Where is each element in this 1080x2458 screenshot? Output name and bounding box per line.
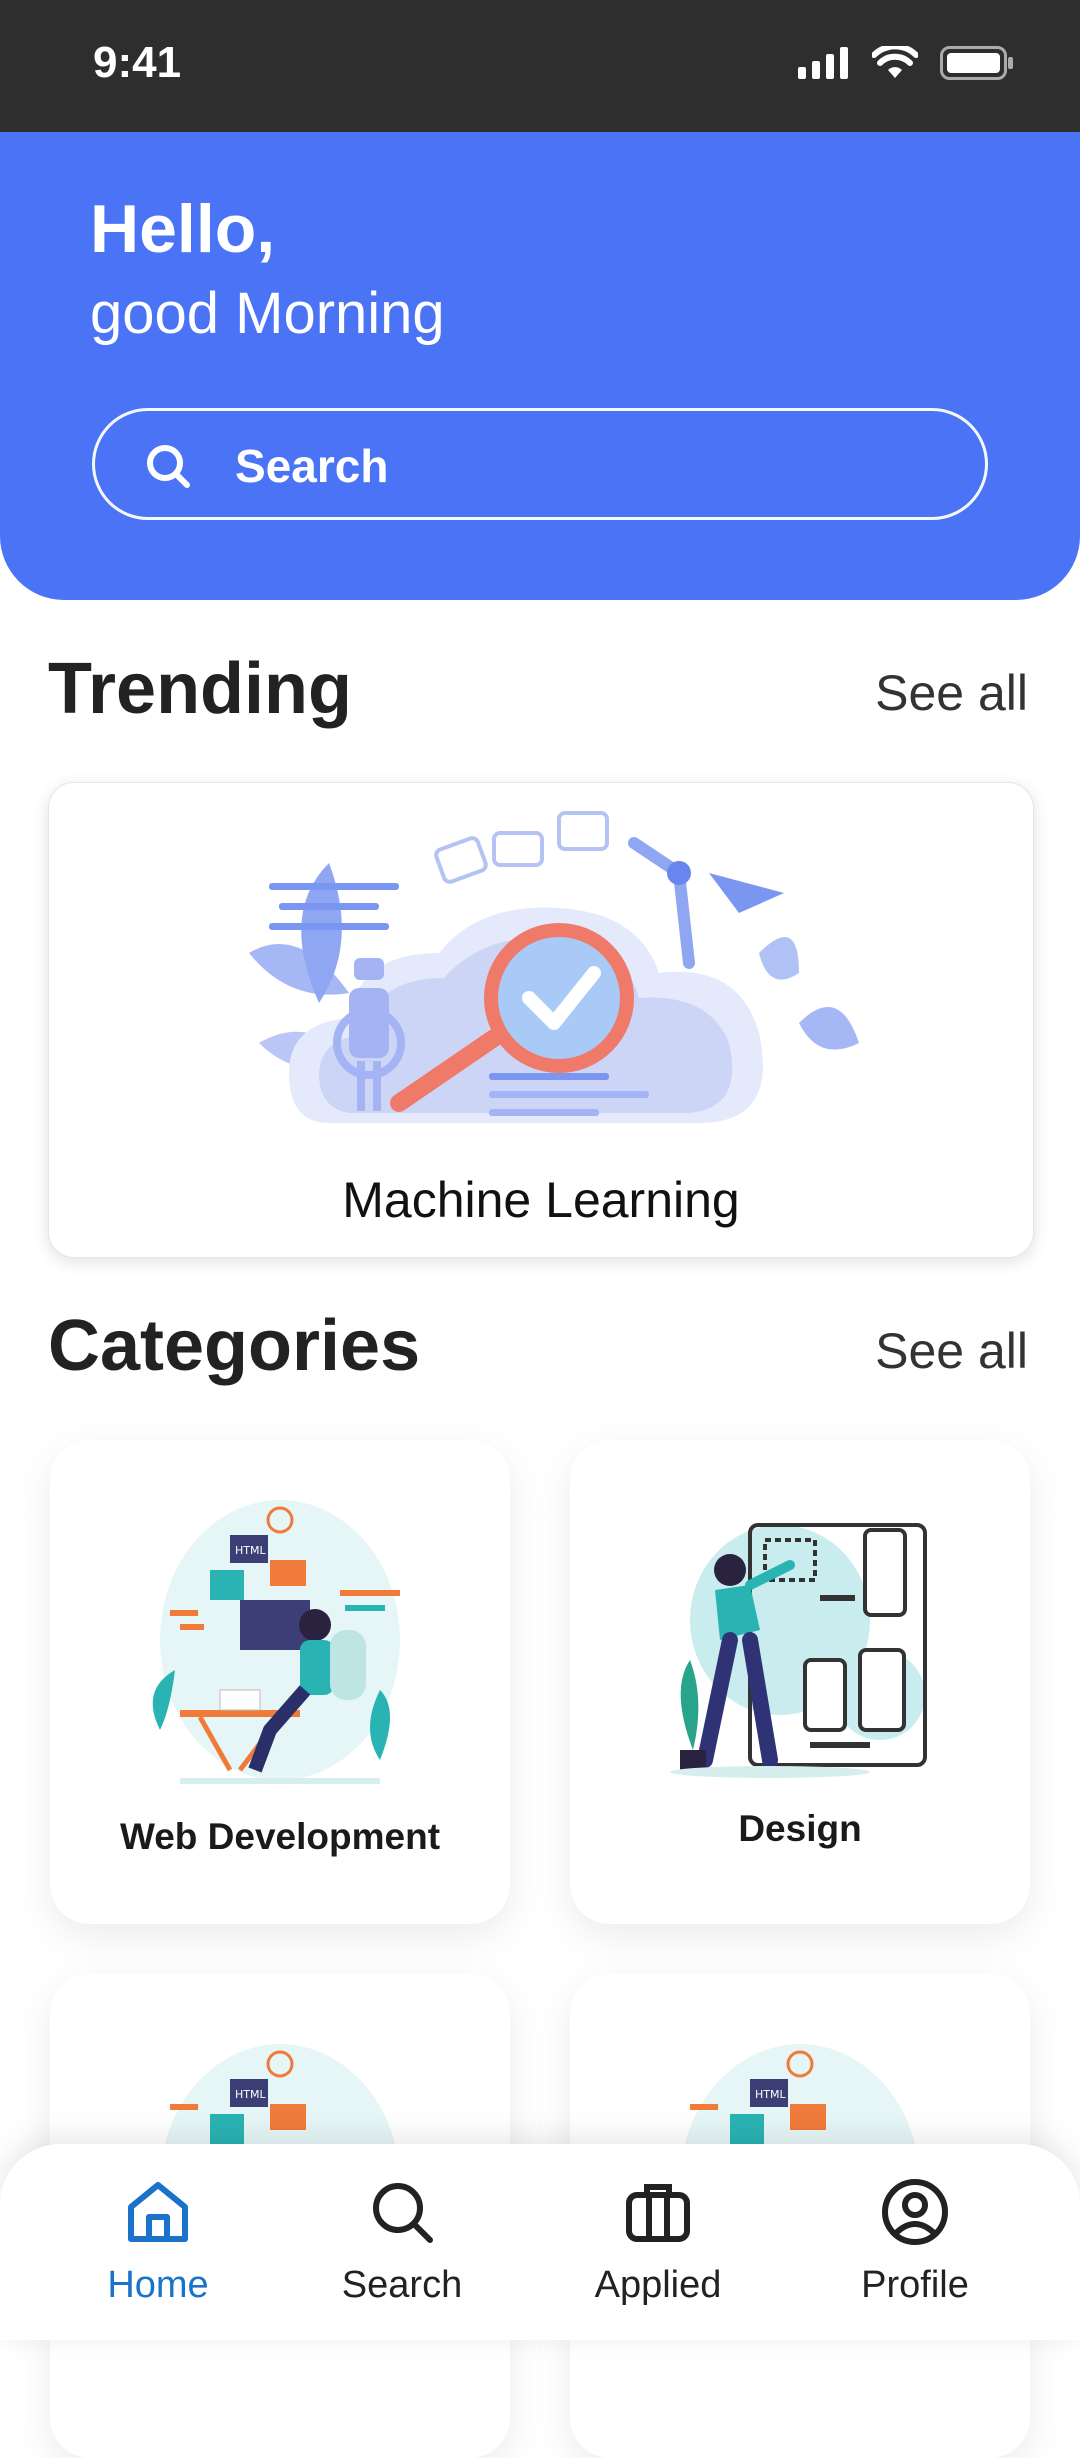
greeting-subtitle: good Morning (90, 281, 445, 346)
profile-icon (882, 2179, 948, 2245)
trending-title: Trending (48, 649, 352, 729)
home-icon (128, 2182, 188, 2242)
briefcase-icon (626, 2184, 690, 2242)
greeting-title: Hello, (90, 191, 276, 267)
search-bar[interactable]: Search (92, 408, 988, 520)
category-label-web-development: Web Development (119, 1816, 441, 1857)
svg-text:HTML: HTML (755, 2088, 786, 2101)
nav-item-home[interactable]: Home (58, 2172, 258, 2307)
machine-learning-illustration (249, 811, 859, 1123)
bottom-navigation: Home Search Applied Profile (0, 2144, 1080, 2340)
nav-item-profile[interactable]: Profile (815, 2172, 1015, 2307)
svg-text:HTML: HTML (235, 2088, 266, 2101)
categories-see-all-link[interactable]: See all (875, 1322, 1028, 1380)
nav-label-applied: Applied (594, 2264, 722, 2306)
nav-item-search[interactable]: Search (302, 2172, 502, 2307)
search-icon (147, 445, 190, 488)
search-placeholder: Search (235, 440, 389, 492)
web-development-illustration: HTML (152, 1500, 400, 1784)
wifi-icon (872, 46, 918, 78)
status-time: 9:41 (93, 38, 182, 87)
trending-card-machine-learning[interactable]: Machine Learning (48, 782, 1034, 1258)
design-illustration (670, 1523, 927, 1778)
category-label-design: Design (738, 1808, 862, 1849)
trending-card-label: Machine Learning (342, 1172, 740, 1228)
web-development-illustration: HTML (682, 2044, 918, 2154)
status-icons (798, 46, 1014, 80)
web-development-illustration: HTML (162, 2044, 398, 2154)
greeting-header: Hello, good Morning Search (0, 132, 1080, 600)
signal-icon (798, 47, 848, 79)
battery-icon (940, 46, 1013, 80)
categories-title: Categories (48, 1306, 421, 1386)
status-bar: 9:41 (0, 0, 1080, 132)
category-card-web-development[interactable]: HTML Web Development (50, 1440, 510, 1924)
nav-label-home: Home (107, 2264, 209, 2306)
category-card-design[interactable]: Design (570, 1440, 1030, 1924)
nav-label-search: Search (341, 2264, 463, 2306)
trending-see-all-link[interactable]: See all (875, 664, 1028, 722)
svg-text:HTML: HTML (235, 1544, 266, 1557)
nav-item-applied[interactable]: Applied (558, 2172, 758, 2307)
nav-label-profile: Profile (861, 2264, 969, 2306)
search-icon (373, 2183, 433, 2243)
